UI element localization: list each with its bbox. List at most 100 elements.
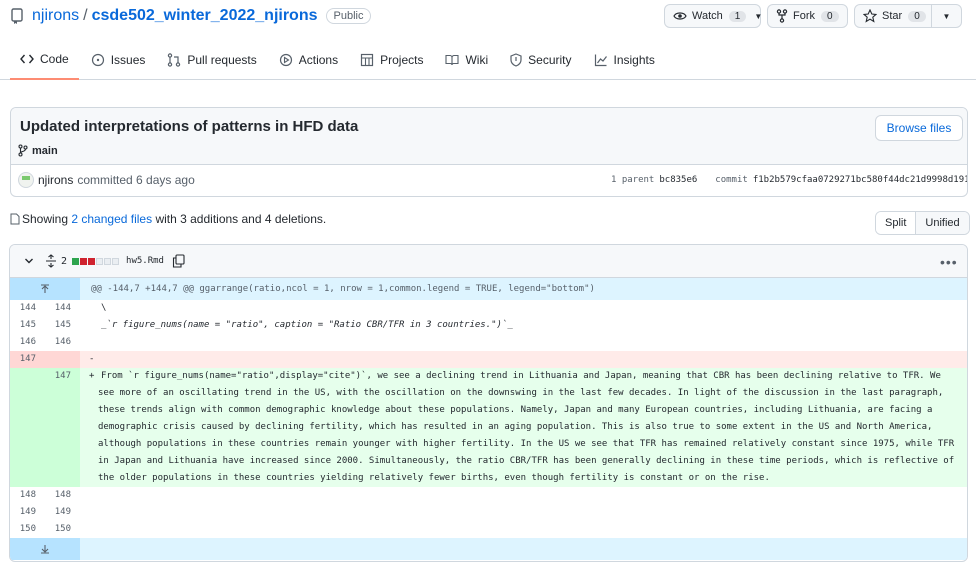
tab-pull-requests-label: Pull requests xyxy=(187,53,257,67)
diffstat-del-block xyxy=(88,257,96,265)
line-code: \ xyxy=(101,303,107,313)
file-diff-icon[interactable] xyxy=(10,213,20,225)
graph-icon xyxy=(594,53,608,67)
commit-meta: njirons committed 6 days ago xyxy=(18,172,195,188)
expand-down-icon[interactable] xyxy=(10,538,80,560)
changed-files-link[interactable]: 2 changed files xyxy=(71,212,152,226)
pull-request-icon xyxy=(167,53,181,67)
old-line-number[interactable]: 149 xyxy=(10,504,45,521)
branch-name[interactable]: main xyxy=(32,145,58,157)
tab-wiki-label: Wiki xyxy=(465,53,489,67)
line-code: _`r figure_nums(name = "ratio", caption … xyxy=(101,320,513,330)
new-line-number[interactable]: 147 xyxy=(45,368,80,487)
old-line-number[interactable]: 150 xyxy=(10,521,45,538)
new-line-number[interactable]: 150 xyxy=(45,521,80,538)
tab-actions-label: Actions xyxy=(298,53,339,67)
watch-button[interactable]: Watch 1 ▼ xyxy=(664,4,762,28)
diffstat-neutral-block xyxy=(112,257,120,265)
expand-up-icon[interactable] xyxy=(10,278,80,300)
star-dropdown-button[interactable]: ▼ xyxy=(931,4,962,28)
diffstat-add-block xyxy=(72,257,80,265)
issue-icon xyxy=(91,53,105,67)
new-line-number[interactable]: 149 xyxy=(45,504,80,521)
fork-button[interactable]: Fork 0 xyxy=(767,4,848,28)
star-icon xyxy=(863,9,877,23)
hunk-footer-row xyxy=(10,538,967,560)
commit-time: committed 6 days ago xyxy=(77,173,195,187)
diff-line: 144 144 \ xyxy=(10,300,967,317)
avatar[interactable] xyxy=(18,172,34,188)
diffstat xyxy=(72,257,120,265)
star-label: Star xyxy=(882,10,903,22)
diff-line: 149 149 xyxy=(10,504,967,521)
diff-sign xyxy=(89,334,101,351)
file-name[interactable]: hw5.Rmd xyxy=(126,256,164,266)
fork-label: Fork xyxy=(793,10,815,22)
commit-header: Updated interpretations of patterns in H… xyxy=(11,108,967,165)
new-line-number[interactable] xyxy=(45,351,80,368)
commit-label: commit xyxy=(715,175,748,185)
unified-view-button[interactable]: Unified xyxy=(916,212,969,234)
repo-name-link[interactable]: csde502_winter_2022_njirons xyxy=(92,7,318,25)
diffstat-neutral-block xyxy=(96,257,104,265)
star-count: 0 xyxy=(908,10,926,22)
table-icon xyxy=(360,53,374,67)
hunk-header-row: @@ -144,7 +144,7 @@ ggarrange(ratio,ncol… xyxy=(10,278,967,300)
diff-sign xyxy=(89,487,101,504)
old-line-number[interactable] xyxy=(10,368,45,487)
diff-sign: - xyxy=(89,354,95,364)
old-line-number[interactable]: 144 xyxy=(10,300,45,317)
summary-prefix: Showing xyxy=(22,212,69,226)
play-icon xyxy=(279,53,293,67)
tab-projects-label: Projects xyxy=(380,53,424,67)
old-line-number[interactable]: 145 xyxy=(10,317,45,334)
diff-line: 150 150 xyxy=(10,521,967,538)
parent-label: 1 parent xyxy=(611,175,655,185)
new-line-number[interactable]: 148 xyxy=(45,487,80,504)
tab-code[interactable]: Code xyxy=(10,46,79,80)
browse-files-button[interactable]: Browse files xyxy=(875,115,963,141)
tab-projects[interactable]: Projects xyxy=(350,46,433,74)
diff-summary: Showing 2 changed files with 3 additions… xyxy=(10,212,326,226)
tab-security-label: Security xyxy=(528,53,572,67)
eye-icon xyxy=(673,10,687,22)
tab-issues-label: Issues xyxy=(110,53,146,67)
shield-icon xyxy=(510,53,522,67)
tab-insights[interactable]: Insights xyxy=(584,46,665,74)
tab-pull-requests[interactable]: Pull requests xyxy=(157,46,266,74)
commit-box: Updated interpretations of patterns in H… xyxy=(10,107,968,197)
chevron-down-icon[interactable] xyxy=(23,255,39,267)
new-line-number[interactable]: 144 xyxy=(45,300,80,317)
diff-sign xyxy=(89,521,101,538)
repo-nav: Code Issues Pull requests Actions Projec… xyxy=(10,46,667,80)
new-line-number[interactable]: 145 xyxy=(45,317,80,334)
commit-title: Updated interpretations of patterns in H… xyxy=(20,118,359,135)
watch-label: Watch xyxy=(692,10,723,22)
diff-sign: + xyxy=(89,371,95,381)
tab-security[interactable]: Security xyxy=(500,46,581,74)
tab-issues[interactable]: Issues xyxy=(81,46,156,74)
added-line: 147 + From `r figure_nums(name="ratio",di… xyxy=(10,368,967,487)
new-line-number[interactable]: 146 xyxy=(45,334,80,351)
kebab-menu-icon[interactable]: ••• xyxy=(940,254,958,270)
tab-actions[interactable]: Actions xyxy=(269,46,348,74)
fork-count: 0 xyxy=(821,10,839,22)
repo-owner-link[interactable]: njirons xyxy=(32,7,79,25)
old-line-number[interactable]: 146 xyxy=(10,334,45,351)
git-branch-icon xyxy=(18,144,28,157)
commit-author[interactable]: njirons xyxy=(38,173,73,187)
copy-icon[interactable] xyxy=(172,254,185,268)
old-line-number[interactable]: 148 xyxy=(10,487,45,504)
diffstat-neutral-block xyxy=(104,257,112,265)
diff-table: @@ -144,7 +144,7 @@ ggarrange(ratio,ncol… xyxy=(10,278,967,560)
tab-wiki[interactable]: Wiki xyxy=(435,46,498,74)
book-icon xyxy=(445,54,460,66)
star-button[interactable]: Star 0 xyxy=(854,4,932,28)
parent-sha-link[interactable]: bc835e6 xyxy=(659,175,697,185)
tab-insights-label: Insights xyxy=(613,53,655,67)
tab-code-label: Code xyxy=(40,52,69,66)
unfold-icon[interactable] xyxy=(45,254,57,268)
old-line-number[interactable]: 147 xyxy=(10,351,45,368)
split-view-button[interactable]: Split xyxy=(876,212,917,234)
diff-line: 145 145 _`r figure_nums(name = "ratio", … xyxy=(10,317,967,334)
